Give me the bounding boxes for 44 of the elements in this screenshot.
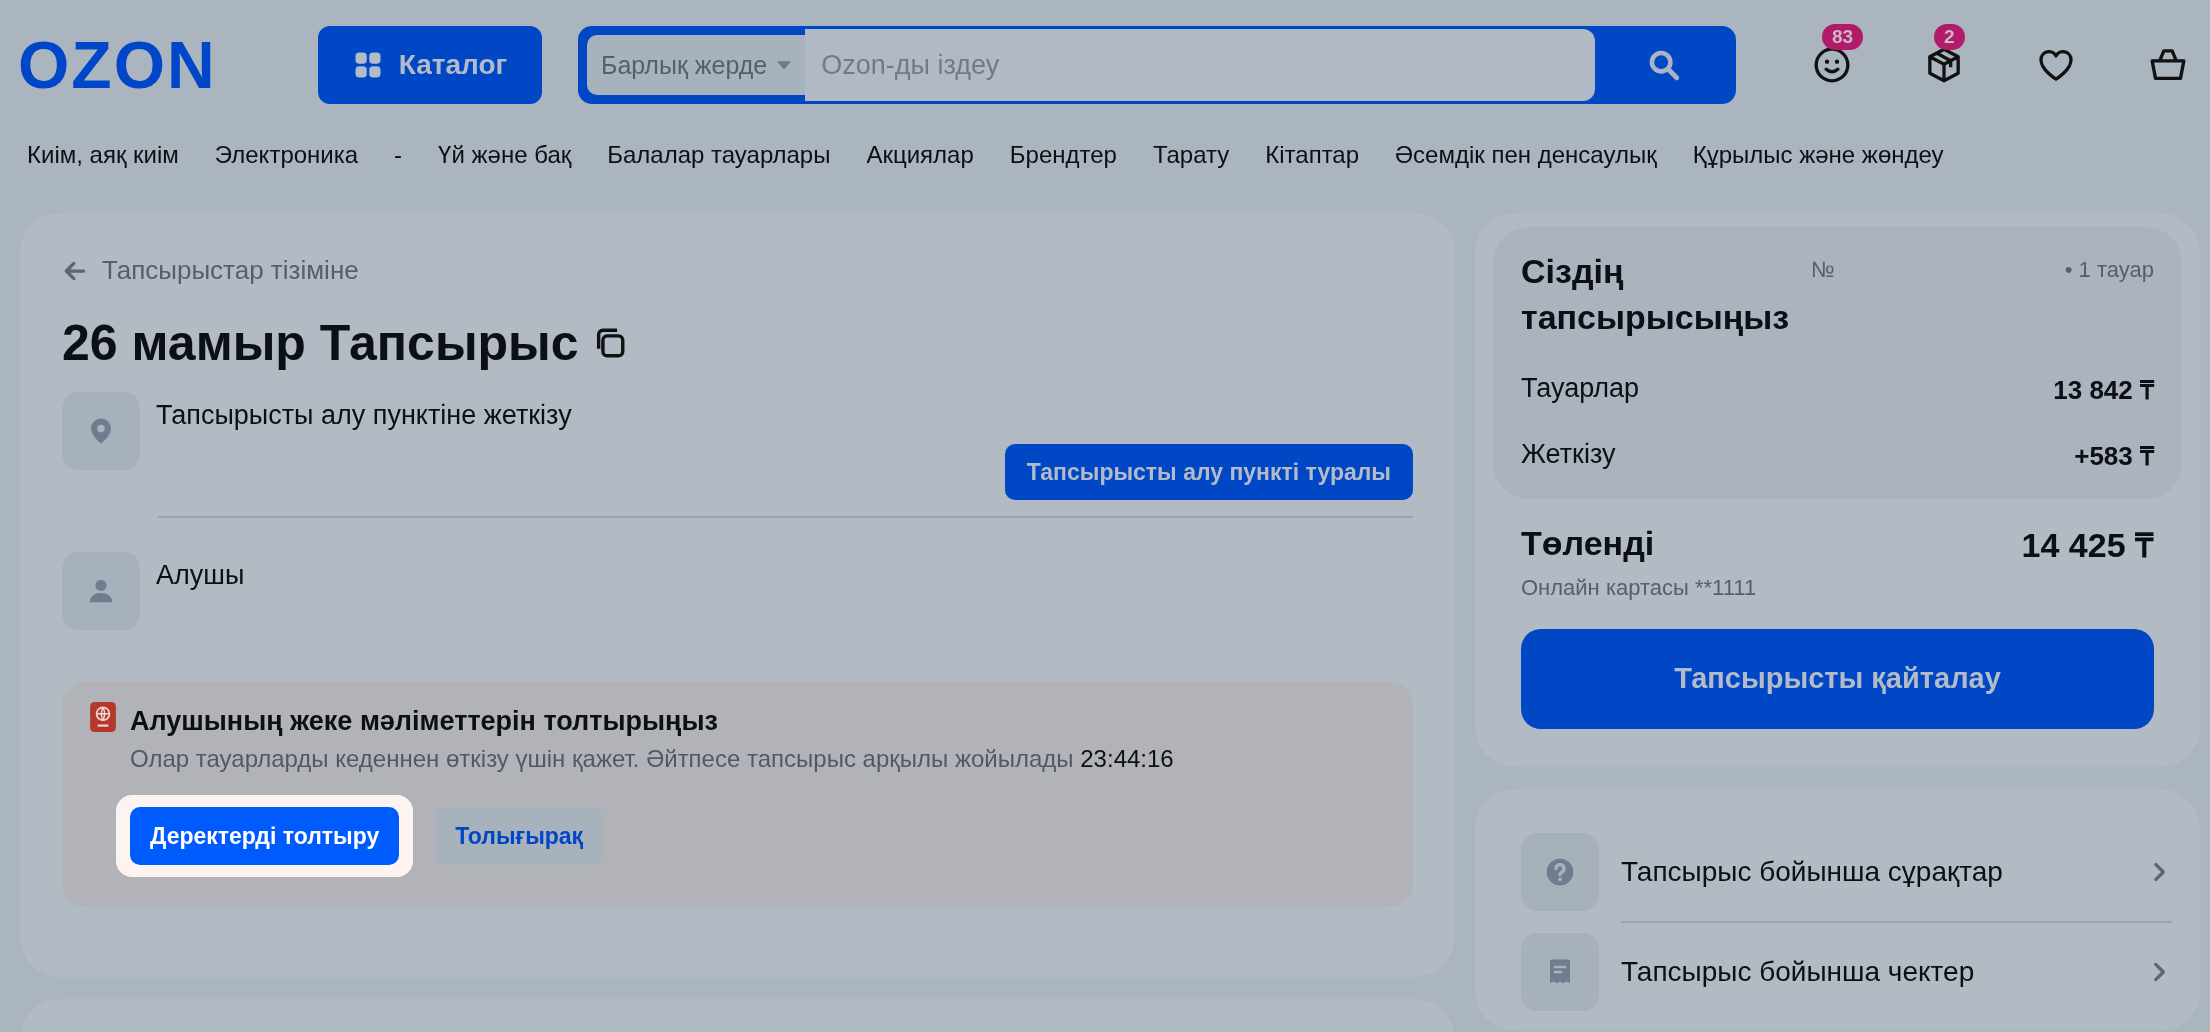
order-title: 26 мамыр Тапсырыс	[62, 314, 579, 372]
category-link[interactable]: Тарату	[1152, 141, 1230, 169]
order-link[interactable]: Тапсырыс бойынша сұрақтар	[1621, 855, 2124, 888]
category-link[interactable]: Әсемдік пен денсаулық	[1395, 141, 1657, 169]
receipt-icon	[1521, 932, 1599, 1011]
payment-method: Онлайн картасы **1111	[1521, 574, 1758, 601]
search-icon	[1647, 48, 1681, 82]
category-link[interactable]: Электроника	[214, 141, 359, 169]
paid-label: Төленді	[1521, 524, 1655, 564]
ozon-logo[interactable]: OZON	[18, 32, 250, 98]
search-field[interactable]: Ozon-ды іздеу	[805, 29, 1595, 101]
category-link[interactable]: -	[394, 141, 403, 169]
category-link[interactable]: Брендтер	[1009, 141, 1117, 169]
category-link[interactable]: Үй және бақ	[438, 141, 572, 169]
order-number-label: №	[1811, 257, 1835, 283]
delivery-text: Тапсырысты алу пунктіне жеткізу	[156, 399, 573, 431]
order-link[interactable]: Тапсырыс бойынша чектер	[1621, 955, 2124, 988]
notice-text: Олар тауарларды кеденнен өткізу үшін қажет. Әйтпесе тапсырыс арқылы жойылады 23:44:16	[130, 745, 1174, 773]
summary-label: Жеткізу	[1521, 439, 1616, 471]
person-icon	[62, 552, 140, 630]
location-pin-icon	[62, 392, 140, 470]
category-link[interactable]: Балалар тауарлары	[607, 141, 831, 169]
category-link[interactable]: Кітаптар	[1265, 141, 1360, 169]
count-badge: 2	[1934, 24, 1965, 50]
summary-title: Сіздің тапсырысыңыз	[1521, 251, 1791, 338]
summary-value: +583 ₸	[2074, 439, 2154, 473]
fill-data-button[interactable]: Деректерді толтыру	[130, 807, 400, 865]
passport-icon	[90, 702, 116, 732]
caret-icon	[777, 60, 792, 70]
more-button[interactable]: Толығырақ	[435, 807, 604, 865]
catalog-button[interactable]: Каталог	[318, 26, 542, 104]
summary-value: 13 842 ₸	[2053, 373, 2154, 407]
pickup-info-button[interactable]: Тапсырысты алу пункті туралы	[1004, 444, 1413, 500]
notice-title: Алушының жеке мәліметтерін толтырыңыз	[130, 706, 719, 737]
category-link[interactable]: Акциялар	[866, 141, 974, 169]
item-count: • 1 тауар	[2064, 257, 2154, 283]
recipient-label: Алушы	[156, 559, 246, 591]
question-icon	[1521, 832, 1599, 911]
repeat-order-button[interactable]: Тапсырысты қайталау	[1521, 628, 2154, 729]
summary-label: Тауарлар	[1521, 373, 1640, 405]
paid-total: 14 425 ₸	[2021, 524, 2154, 566]
count-badge: 83	[1822, 24, 1864, 50]
category-link[interactable]: Құрылыс және жөндеу	[1692, 141, 1944, 169]
category-link[interactable]: Киім, аяқ киім	[27, 141, 179, 169]
